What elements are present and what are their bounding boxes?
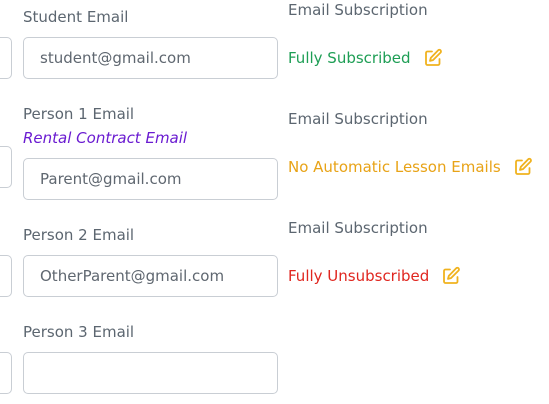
person3-email-field[interactable] xyxy=(23,352,278,394)
subscription-status-text: Fully Unsubscribed xyxy=(288,267,430,285)
edit-icon[interactable] xyxy=(423,48,443,68)
subscription-title-person1: Email Subscription xyxy=(288,110,428,128)
student-email-value: student@gmail.com xyxy=(40,49,191,67)
subscription-status-student: Fully Subscribed xyxy=(288,48,443,68)
email-settings-panel: Student Email student@gmail.com Person 1… xyxy=(0,0,549,404)
subscription-status-person2: Fully Unsubscribed xyxy=(288,266,461,286)
student-email-field[interactable]: student@gmail.com xyxy=(23,37,278,79)
person2-email-value: OtherParent@gmail.com xyxy=(40,267,225,285)
edit-icon[interactable] xyxy=(441,266,461,286)
rental-contract-email-label: Rental Contract Email xyxy=(23,129,188,147)
subscription-title-person2: Email Subscription xyxy=(288,219,428,237)
person2-email-field[interactable]: OtherParent@gmail.com xyxy=(23,255,278,297)
person3-email-label: Person 3 Email xyxy=(23,323,135,341)
student-adjacent-field[interactable] xyxy=(0,37,12,79)
person2-email-label: Person 2 Email xyxy=(23,226,135,244)
subscription-status-text: No Automatic Lesson Emails xyxy=(288,158,501,176)
person1-adjacent-field[interactable] xyxy=(0,146,12,188)
edit-icon[interactable] xyxy=(513,157,533,177)
student-email-label: Student Email xyxy=(23,8,129,26)
subscription-title-student: Email Subscription xyxy=(288,1,428,19)
subscription-status-person1: No Automatic Lesson Emails xyxy=(288,157,533,177)
person1-email-value: Parent@gmail.com xyxy=(40,170,182,188)
subscription-status-text: Fully Subscribed xyxy=(288,49,411,67)
person1-email-label: Person 1 Email xyxy=(23,105,135,123)
person1-email-field[interactable]: Parent@gmail.com xyxy=(23,158,278,200)
person2-adjacent-field[interactable] xyxy=(0,255,12,297)
person3-adjacent-field[interactable] xyxy=(0,352,12,394)
